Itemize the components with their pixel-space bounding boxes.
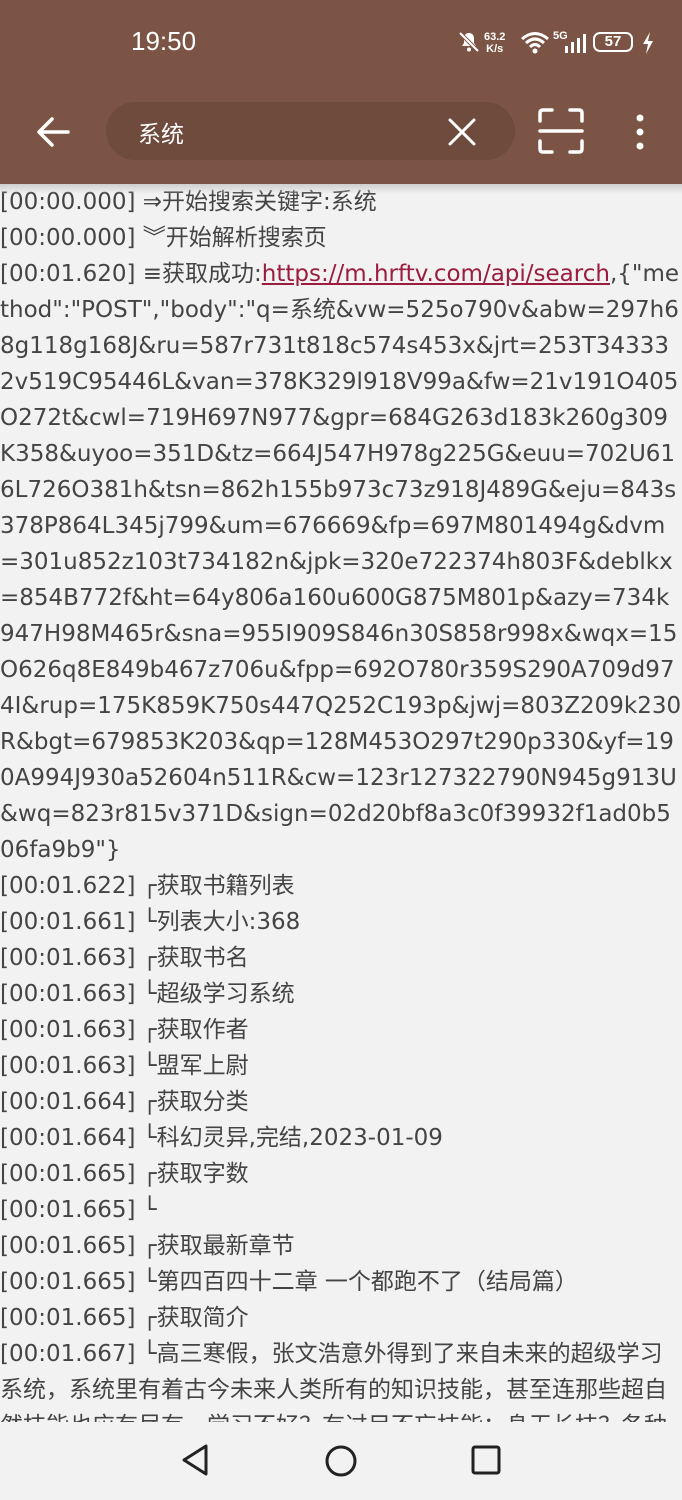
log-line: [00:01.665] └	[0, 1192, 682, 1228]
log-text: └科幻灵异,完结,2023-01-09	[135, 1125, 443, 1151]
net-speed: 63.2 K/s	[484, 31, 506, 55]
log-timestamp: [00:01.664]	[0, 1089, 136, 1115]
request-body: ,{"method":"POST","body":"q=系统&vw=525o79…	[0, 261, 682, 863]
status-time: 19:50	[131, 26, 197, 56]
log-text: ┌获取字数	[135, 1161, 249, 1187]
status-bar: 19:50 63.2 K/s 5G 57	[0, 0, 682, 88]
clear-button[interactable]	[444, 114, 480, 150]
log-text: ┌获取最新章节	[135, 1233, 295, 1259]
request-url-link[interactable]: https://m.hrftv.com/api/search	[262, 261, 610, 287]
log-text: ┌获取书籍列表	[135, 873, 295, 899]
log-text: └盟军上尉	[135, 1053, 249, 1079]
app-bar: 19:50 63.2 K/s 5G 57	[0, 0, 682, 184]
mute-icon	[458, 31, 480, 53]
log-line: [00:01.664] ┌获取分类	[0, 1084, 682, 1120]
log-text: └超级学习系统	[135, 981, 295, 1007]
log-view[interactable]: [00:00.000] ⇒开始搜索关键字:系统 [00:00.000] ︾开始解…	[0, 184, 682, 1422]
signal-icon	[565, 34, 586, 53]
log-timestamp: [00:01.665]	[0, 1197, 136, 1223]
scan-icon	[538, 108, 584, 154]
toolbar-shadow	[0, 184, 682, 194]
log-text: └列表大小:368	[135, 909, 301, 935]
log-text: ≡获取成功:	[135, 261, 262, 287]
log-line: [00:01.665] ┌获取字数	[0, 1156, 682, 1192]
log-text: └	[135, 1197, 157, 1223]
more-vertical-icon	[636, 114, 644, 150]
back-button[interactable]	[28, 110, 78, 154]
scan-button[interactable]	[536, 106, 586, 156]
log-line: [00:01.665] └第四百四十二章 一个都跑不了（结局篇）	[0, 1264, 682, 1300]
log-timestamp: [00:01.667]	[0, 1341, 136, 1367]
search-input[interactable]	[136, 114, 440, 150]
battery-icon: 57	[593, 32, 633, 52]
log-line: [00:01.663] └超级学习系统	[0, 976, 682, 1012]
log-timestamp: [00:01.665]	[0, 1269, 136, 1295]
wifi-icon	[521, 32, 549, 54]
log-line: [00:00.000] ︾开始解析搜索页	[0, 220, 682, 256]
log-timestamp: [00:00.000]	[0, 225, 136, 251]
nav-recents-button[interactable]	[468, 1442, 504, 1478]
log-timestamp: [00:01.665]	[0, 1233, 136, 1259]
close-icon	[448, 118, 476, 146]
log-line: [00:01.661] └列表大小:368	[0, 904, 682, 940]
nav-home-button[interactable]	[322, 1442, 360, 1480]
log-timestamp: [00:01.620]	[0, 261, 136, 287]
log-text: ┌获取简介	[135, 1305, 249, 1331]
log-text: └第四百四十二章 一个都跑不了（结局篇）	[135, 1269, 578, 1295]
log-line: [00:01.663] ┌获取书名	[0, 940, 682, 976]
nav-recents-icon	[471, 1445, 501, 1475]
log-line: [00:01.665] ┌获取最新章节	[0, 1228, 682, 1264]
log-line: [00:01.663] └盟军上尉	[0, 1048, 682, 1084]
log-timestamp: [00:01.665]	[0, 1161, 136, 1187]
log-text: ︾开始解析搜索页	[135, 225, 327, 251]
log-line: [00:01.667] └高三寒假，张文浩意外得到了来自未来的超级学习系统，系统…	[0, 1336, 682, 1422]
log-line: [00:01.620] ≡获取成功:https://m.hrftv.com/ap…	[0, 256, 682, 868]
log-timestamp: [00:01.661]	[0, 909, 136, 935]
navigation-bar	[0, 1422, 682, 1500]
log-timestamp: [00:01.663]	[0, 1053, 136, 1079]
nav-back-button[interactable]	[178, 1442, 214, 1478]
log-timestamp: [00:01.622]	[0, 873, 136, 899]
log-timestamp: [00:01.664]	[0, 1125, 136, 1151]
log-timestamp: [00:01.663]	[0, 981, 136, 1007]
log-timestamp: [00:01.663]	[0, 1017, 136, 1043]
nav-back-icon	[182, 1444, 208, 1476]
search-box[interactable]	[106, 102, 515, 160]
log-text: ┌获取作者	[135, 1017, 249, 1043]
arrow-left-icon	[37, 117, 70, 147]
log-text: ┌获取书名	[135, 945, 249, 971]
log-line: [00:01.663] ┌获取作者	[0, 1012, 682, 1048]
log-line: [00:01.664] └科幻灵异,完结,2023-01-09	[0, 1120, 682, 1156]
more-button[interactable]	[626, 110, 654, 154]
log-text: ┌获取分类	[135, 1089, 249, 1115]
log-line: [00:01.665] ┌获取简介	[0, 1300, 682, 1336]
log-timestamp: [00:01.663]	[0, 945, 136, 971]
charging-icon	[643, 32, 653, 54]
log-line: [00:01.622] ┌获取书籍列表	[0, 868, 682, 904]
nav-home-icon	[325, 1445, 357, 1477]
log-timestamp: [00:01.665]	[0, 1305, 136, 1331]
